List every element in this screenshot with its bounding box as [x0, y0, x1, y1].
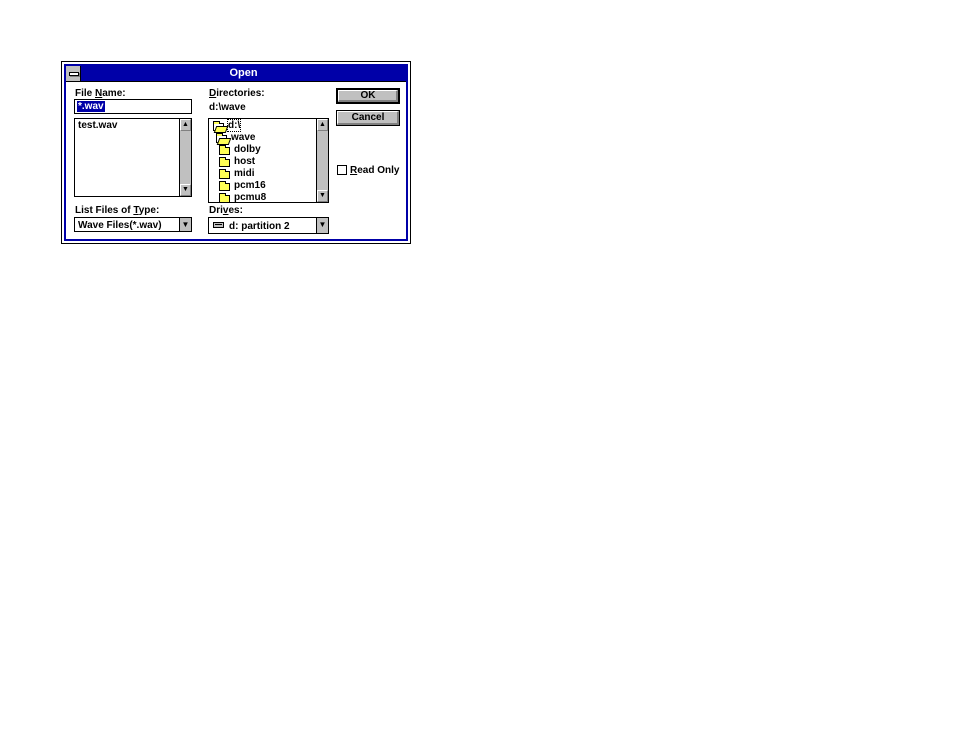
system-menu-icon: [69, 72, 79, 76]
file-item-test-wav[interactable]: test.wav: [78, 120, 117, 131]
dir-item-label: wave: [231, 132, 256, 143]
directory-list-scrollbar[interactable]: ▲ ▼: [316, 119, 328, 202]
dropdown-arrow-icon[interactable]: ▼: [316, 218, 328, 233]
drives-value: d: partition 2: [229, 221, 290, 232]
dir-item-label: midi: [234, 168, 255, 179]
list-type-label: List Files of Type:: [75, 205, 160, 216]
file-list-scrollbar[interactable]: ▲ ▼: [179, 119, 191, 196]
directory-list[interactable]: d:\ wave dolby host midi pcm16 pcmu8 ▲ ▼: [208, 118, 329, 203]
file-name-input[interactable]: *.wav: [74, 99, 192, 114]
system-menu-button[interactable]: [66, 66, 81, 81]
hard-drive-icon: [213, 222, 224, 228]
folder-icon: [219, 181, 230, 191]
dialog-frame: Open File Name: *.wav test.wav ▲ ▼ List …: [64, 64, 408, 241]
current-directory: d:\wave: [209, 102, 246, 113]
dir-item-label: host: [234, 156, 256, 167]
file-type-value: Wave Files(*.wav): [78, 220, 162, 231]
folder-icon: [219, 157, 230, 167]
dropdown-arrow-icon[interactable]: ▼: [179, 218, 191, 231]
drives-label: Drives:: [209, 205, 243, 216]
dir-item-label: d:\: [226, 119, 242, 132]
open-folder-icon: [213, 121, 224, 131]
dir-item-label: pcmu8: [234, 192, 267, 203]
cancel-button[interactable]: Cancel: [336, 110, 400, 126]
file-name-value: *.wav: [77, 101, 105, 112]
file-name-label: File Name:: [75, 88, 126, 99]
title-bar[interactable]: Open: [66, 66, 406, 82]
folder-icon: [219, 145, 230, 155]
read-only-label[interactable]: Read Only: [350, 165, 399, 176]
folder-icon: [219, 193, 230, 202]
directories-label: Directories:: [209, 88, 265, 99]
drives-select[interactable]: d: partition 2 ▼: [208, 217, 329, 234]
scroll-down-icon[interactable]: ▼: [317, 190, 328, 202]
read-only-checkbox[interactable]: [337, 165, 347, 175]
dir-item-label: pcm16: [234, 180, 266, 191]
file-type-select[interactable]: Wave Files(*.wav) ▼: [74, 217, 192, 232]
file-list[interactable]: test.wav ▲ ▼: [74, 118, 192, 197]
dialog-title: Open: [229, 67, 258, 79]
open-dialog: Open File Name: *.wav test.wav ▲ ▼ List …: [61, 61, 411, 244]
scroll-up-icon[interactable]: ▲: [317, 119, 328, 131]
ok-button[interactable]: OK: [336, 88, 400, 104]
folder-icon: [219, 169, 230, 179]
scroll-up-icon[interactable]: ▲: [180, 119, 191, 131]
open-folder-icon: [216, 133, 227, 143]
dir-item-label: dolby: [234, 144, 261, 155]
scroll-down-icon[interactable]: ▼: [180, 184, 191, 196]
